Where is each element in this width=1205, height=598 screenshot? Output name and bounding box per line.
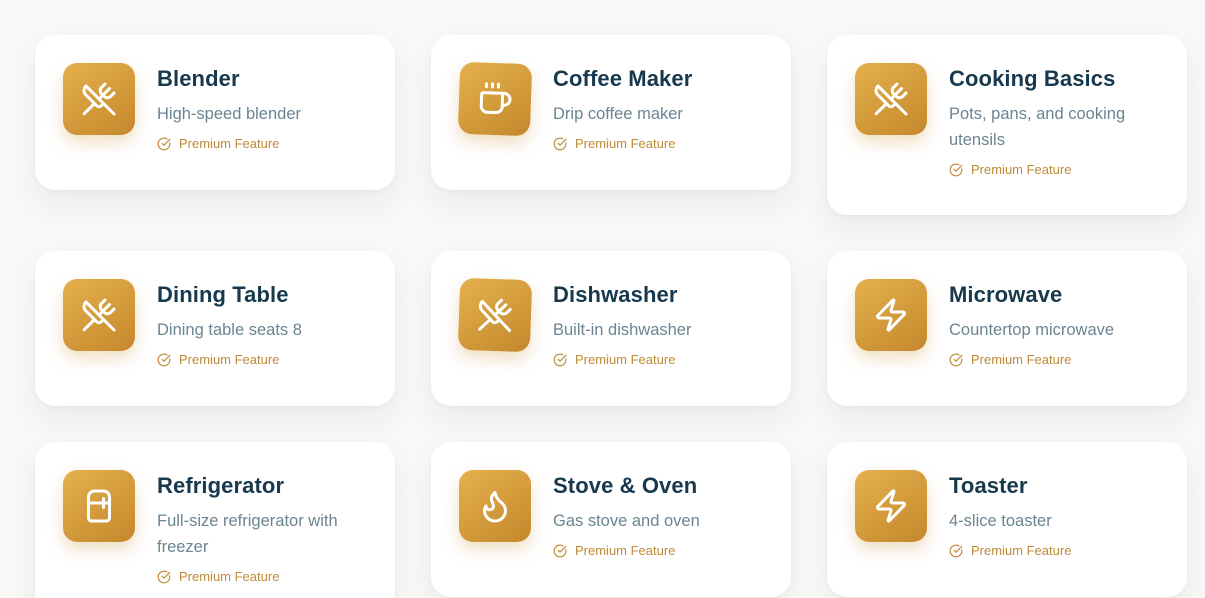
premium-badge-label: Premium Feature (179, 136, 280, 151)
flame-icon (483, 491, 507, 523)
amenity-description: Drip coffee maker (553, 105, 683, 123)
amenity-description: Built-in dishwasher (553, 321, 692, 339)
amenity-description: Full-size refrigerator with freezer (157, 512, 338, 556)
premium-badge: Premium Feature (949, 161, 1159, 179)
check-circle-icon (553, 353, 567, 367)
amenity-card-stove-oven: Stove & Oven Gas stove and oven Premium … (431, 442, 791, 597)
amenity-description: 4-slice toaster (949, 512, 1052, 530)
amenity-icon-tile (855, 63, 927, 135)
premium-badge: Premium Feature (553, 542, 763, 560)
lightning-bolt-icon (876, 489, 906, 523)
amenity-icon-tile (63, 279, 135, 351)
amenity-icon-tile (459, 470, 531, 542)
amenity-icon-tile (63, 63, 135, 135)
amenity-card-microwave: Microwave Countertop microwave Premium F… (827, 251, 1187, 406)
amenity-description: Gas stove and oven (553, 512, 700, 530)
amenity-description: Dining table seats 8 (157, 321, 302, 339)
coffee-cup-icon (479, 82, 512, 115)
premium-badge-label: Premium Feature (575, 543, 676, 558)
check-circle-icon (553, 544, 567, 558)
amenity-card-blender: Blender High-speed blender Premium Featu… (35, 35, 395, 190)
check-circle-icon (553, 137, 567, 151)
amenity-card-refrigerator: Refrigerator Full-size refrigerator with… (35, 442, 395, 598)
amenity-title: Microwave (949, 282, 1063, 307)
premium-badge: Premium Feature (553, 135, 763, 153)
amenity-card-dishwasher: Dishwasher Built-in dishwasher Premium F… (431, 251, 791, 406)
amenities-grid: Blender High-speed blender Premium Featu… (0, 0, 1205, 598)
amenity-title: Toaster (949, 473, 1028, 498)
amenity-title: Blender (157, 66, 240, 91)
amenity-title: Cooking Basics (949, 66, 1116, 91)
check-circle-icon (949, 544, 963, 558)
amenity-icon-tile (63, 470, 135, 542)
premium-badge: Premium Feature (553, 351, 763, 369)
amenity-card-toaster: Toaster 4-slice toaster Premium Feature (827, 442, 1187, 597)
amenity-title: Stove & Oven (553, 473, 698, 498)
check-circle-icon (157, 570, 171, 584)
amenity-title: Refrigerator (157, 473, 285, 498)
amenity-icon-tile (855, 279, 927, 351)
premium-badge: Premium Feature (949, 542, 1159, 560)
amenity-description: Pots, pans, and cooking utensils (949, 105, 1126, 149)
amenity-title: Coffee Maker (553, 66, 693, 91)
amenity-card-coffee-maker: Coffee Maker Drip coffee maker Premium F… (431, 35, 791, 190)
premium-badge-label: Premium Feature (971, 543, 1072, 558)
amenity-card-cooking-basics: Cooking Basics Pots, pans, and cooking u… (827, 35, 1187, 215)
amenity-description: Countertop microwave (949, 321, 1115, 339)
amenity-title: Dishwasher (553, 282, 678, 307)
utensils-crossed-icon (874, 82, 908, 116)
premium-badge-label: Premium Feature (971, 352, 1072, 367)
amenity-card-dining-table: Dining Table Dining table seats 8 Premiu… (35, 251, 395, 406)
premium-badge-label: Premium Feature (575, 352, 676, 367)
premium-badge-label: Premium Feature (971, 162, 1072, 177)
premium-badge: Premium Feature (157, 568, 367, 586)
amenity-icon-tile (457, 277, 533, 353)
utensils-crossed-icon (82, 82, 116, 116)
amenity-icon-tile (457, 61, 533, 137)
premium-badge-label: Premium Feature (179, 352, 280, 367)
check-circle-icon (949, 163, 963, 177)
lightning-bolt-icon (876, 298, 906, 332)
premium-badge: Premium Feature (157, 135, 367, 153)
amenity-icon-tile (855, 470, 927, 542)
premium-badge: Premium Feature (949, 351, 1159, 369)
utensils-crossed-icon (478, 298, 512, 333)
premium-badge: Premium Feature (157, 351, 367, 369)
check-circle-icon (157, 137, 171, 151)
amenity-title: Dining Table (157, 282, 289, 307)
check-circle-icon (157, 353, 171, 367)
utensils-crossed-icon (82, 298, 116, 332)
refrigerator-icon (87, 489, 111, 523)
amenity-description: High-speed blender (157, 105, 302, 123)
premium-badge-label: Premium Feature (575, 136, 676, 151)
check-circle-icon (949, 353, 963, 367)
premium-badge-label: Premium Feature (179, 569, 280, 584)
